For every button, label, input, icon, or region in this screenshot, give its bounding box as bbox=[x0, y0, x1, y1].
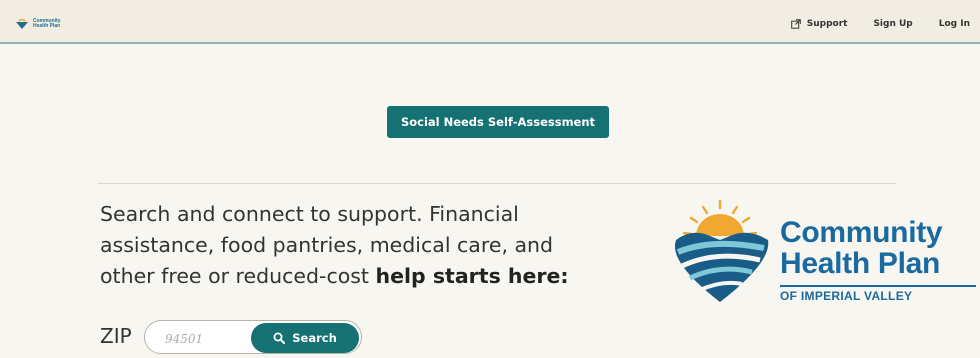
signup-link[interactable]: Sign Up bbox=[873, 19, 912, 29]
support-link[interactable]: Support bbox=[790, 19, 848, 29]
external-link-icon bbox=[790, 19, 801, 29]
brand-subtitle: OF IMPERIAL VALLEY bbox=[780, 289, 913, 303]
brand-line-1: Community bbox=[780, 216, 943, 249]
hero-line-3: other free or reduced-cost help starts h… bbox=[100, 261, 620, 292]
self-assessment-button[interactable]: Social Needs Self-Assessment bbox=[387, 106, 609, 138]
search-icon bbox=[273, 332, 286, 344]
zip-input[interactable] bbox=[163, 328, 249, 350]
header-logo-text: Community Health Plan bbox=[33, 18, 61, 29]
top-navbar: Community Health Plan Support Sign Up Lo… bbox=[0, 0, 980, 44]
support-link-label: Support bbox=[806, 19, 848, 29]
brand-mark-icon bbox=[674, 199, 769, 302]
header-nav: Support Sign Up Log In bbox=[790, 19, 970, 29]
search-button-label: Search bbox=[292, 331, 337, 345]
zip-label: ZIP bbox=[100, 324, 132, 348]
hero-text: Search and connect to support. Financial… bbox=[100, 199, 620, 292]
section-divider bbox=[98, 183, 896, 184]
logo-mark-icon bbox=[16, 18, 28, 29]
hero-line-1: Search and connect to support. Financial bbox=[100, 202, 519, 226]
header-logo[interactable]: Community Health Plan bbox=[14, 17, 61, 31]
brand-wordmark: Community Health Plan OF IMPERIAL VALLEY bbox=[780, 218, 976, 303]
search-button[interactable]: Search bbox=[251, 323, 359, 353]
login-link[interactable]: Log In bbox=[939, 19, 970, 29]
brand-rule bbox=[780, 285, 976, 287]
hero-emphasis: help starts here: bbox=[375, 264, 569, 288]
hero-line-2: assistance, food pantries, medical care,… bbox=[100, 233, 554, 257]
brand-line-2: Health Plan bbox=[780, 247, 941, 280]
hero-line-3-prefix: other free or reduced-cost bbox=[100, 264, 376, 288]
brand-logo: Community Health Plan OF IMPERIAL VALLEY bbox=[672, 196, 980, 306]
